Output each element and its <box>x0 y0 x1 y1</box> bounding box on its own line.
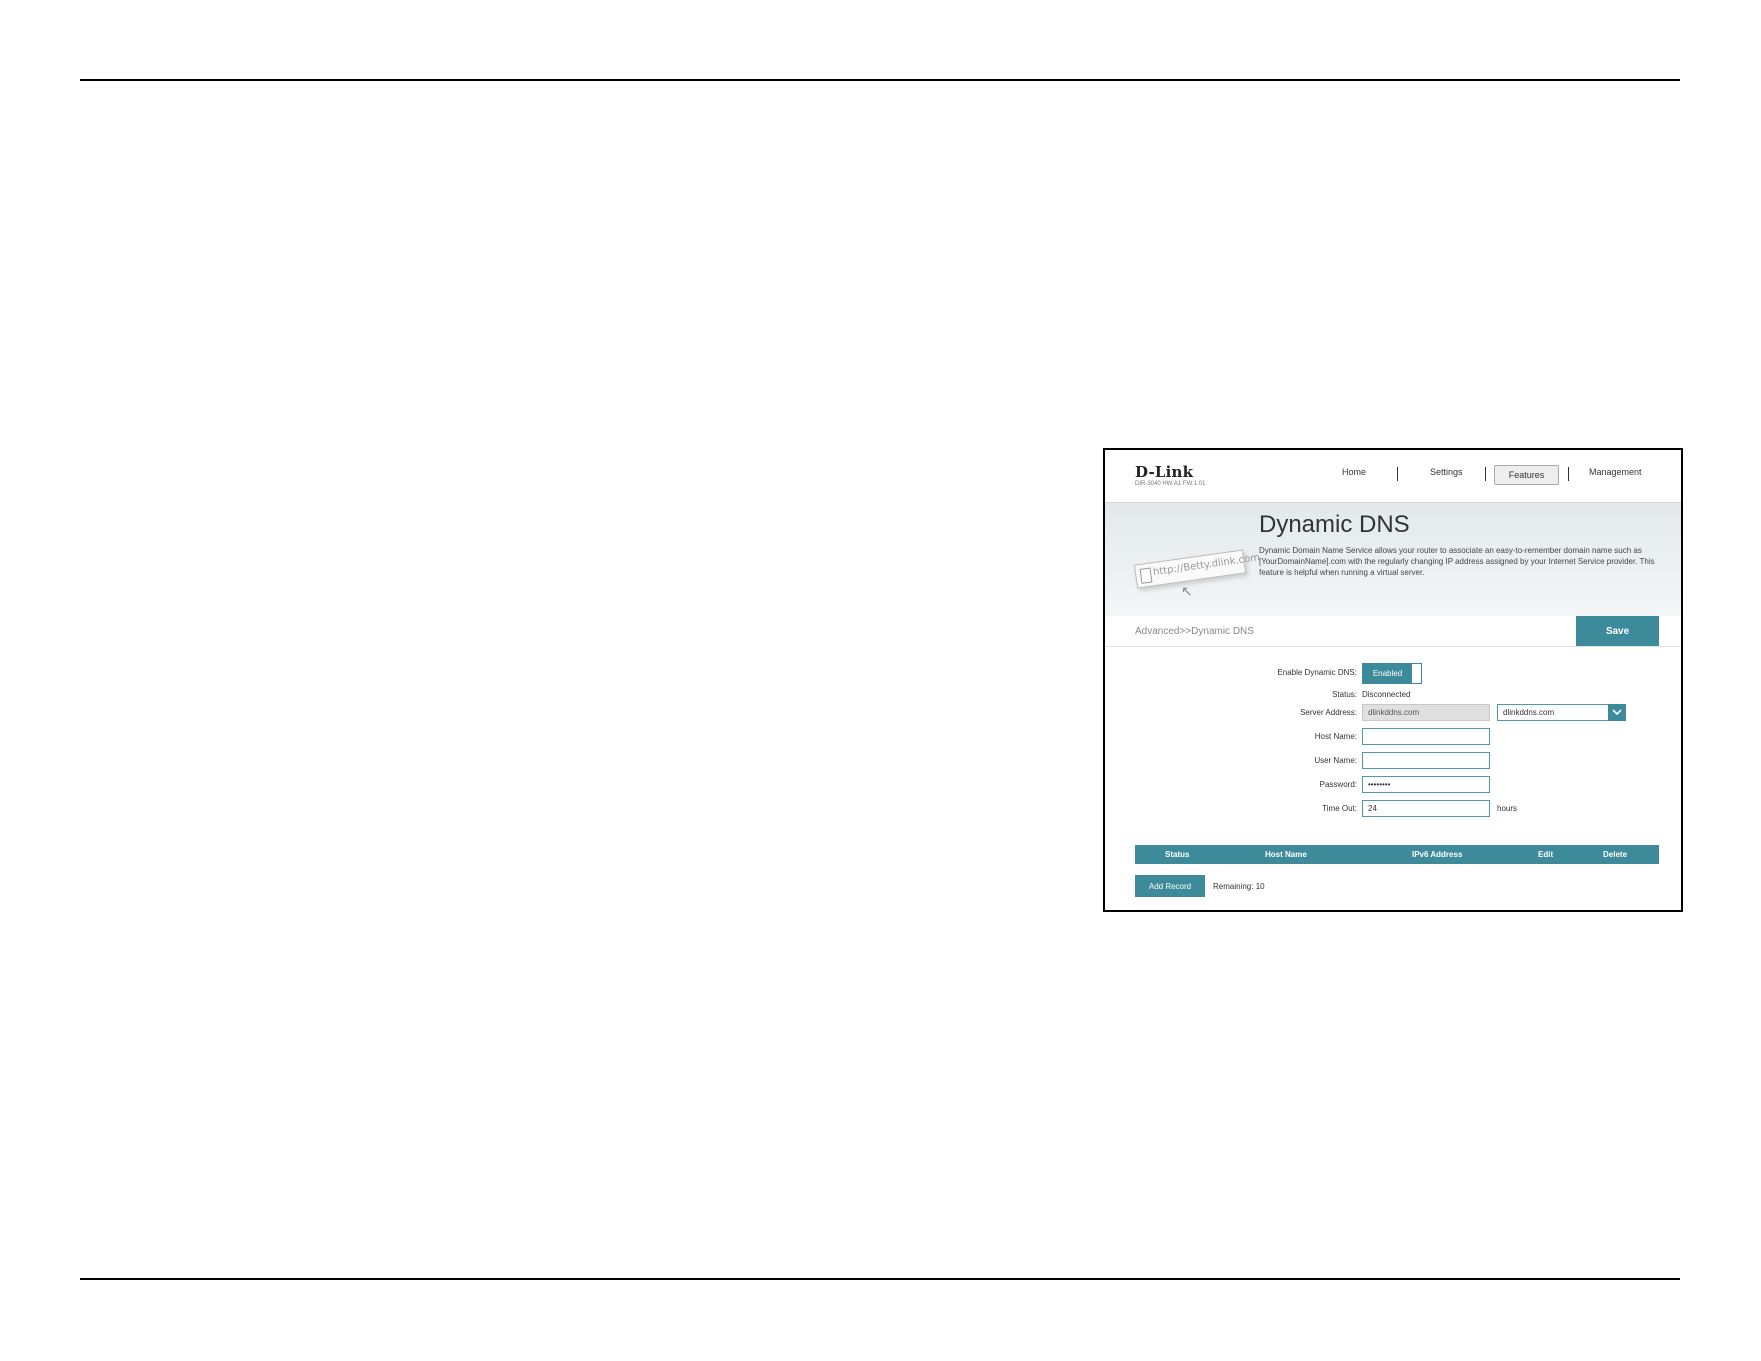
status-value: Disconnected <box>1362 690 1411 699</box>
nav-management[interactable]: Management <box>1589 467 1642 477</box>
nav-settings[interactable]: Settings <box>1430 467 1463 477</box>
cursor-icon: ↖ <box>1181 583 1193 599</box>
time-out-input[interactable]: 24 <box>1362 800 1490 817</box>
save-button[interactable]: Save <box>1576 616 1659 646</box>
page-banner: http://Betty.dlink.com ↖ Dynamic DNS Dyn… <box>1105 502 1681 618</box>
nav-home[interactable]: Home <box>1342 467 1366 477</box>
nav-separator <box>1568 467 1569 481</box>
top-rule <box>80 79 1680 81</box>
column-header-delete: Delete <box>1603 850 1628 859</box>
column-header-edit: Edit <box>1538 850 1554 859</box>
server-address-field: dlinkddns.com <box>1362 704 1490 721</box>
model-info: DIR-3040 HW:A1 FW:1.01 <box>1135 481 1206 487</box>
router-ui-screenshot: D-Link DIR-3040 HW:A1 FW:1.01 Home Setti… <box>1103 448 1683 912</box>
column-header-status: Status <box>1165 850 1190 859</box>
nav-separator <box>1485 467 1486 481</box>
time-out-label: Time Out: <box>1322 804 1357 813</box>
document-icon <box>1139 567 1153 584</box>
server-select-value: dlinkddns.com <box>1503 708 1555 717</box>
records-table-header: Status Host Name IPv6 Address Edit Delet… <box>1135 845 1659 864</box>
host-name-label: Host Name: <box>1314 732 1357 741</box>
time-out-unit: hours <box>1497 804 1518 813</box>
user-name-input[interactable] <box>1362 752 1490 769</box>
nav-features[interactable]: Features <box>1494 465 1559 485</box>
dlink-logo: D-Link <box>1135 463 1194 481</box>
add-record-button[interactable]: Add Record <box>1135 875 1205 897</box>
toggle-enabled-label: Enabled <box>1363 664 1412 683</box>
column-header-ipv6-address: IPv6 Address <box>1412 850 1463 859</box>
server-address-label: Server Address: <box>1300 708 1357 717</box>
status-label: Status: <box>1332 690 1357 699</box>
host-name-input[interactable] <box>1362 728 1490 745</box>
breadcrumb-row: Advanced>>Dynamic DNS Save <box>1105 616 1681 647</box>
password-input[interactable]: •••••••• <box>1362 776 1490 793</box>
breadcrumb: Advanced>>Dynamic DNS <box>1135 626 1254 637</box>
page-description: Dynamic Domain Name Service allows your … <box>1259 546 1655 577</box>
nav-separator <box>1397 467 1398 481</box>
bottom-rule <box>80 1278 1680 1280</box>
remaining-count: Remaining: 10 <box>1213 882 1265 891</box>
password-label: Password: <box>1319 780 1357 789</box>
page-title: Dynamic DNS <box>1259 511 1410 538</box>
chevron-down-icon[interactable] <box>1608 704 1626 721</box>
enable-dns-toggle[interactable]: Enabled <box>1362 663 1422 684</box>
top-bar: D-Link DIR-3040 HW:A1 FW:1.01 Home Setti… <box>1105 450 1681 502</box>
enable-dns-label: Enable Dynamic DNS: <box>1277 668 1357 677</box>
column-header-host-name: Host Name <box>1265 850 1307 859</box>
server-address-select[interactable]: dlinkddns.com <box>1497 704 1626 721</box>
url-illustration-text: http://Betty.dlink.com <box>1152 552 1261 579</box>
user-name-label: User Name: <box>1314 756 1357 765</box>
